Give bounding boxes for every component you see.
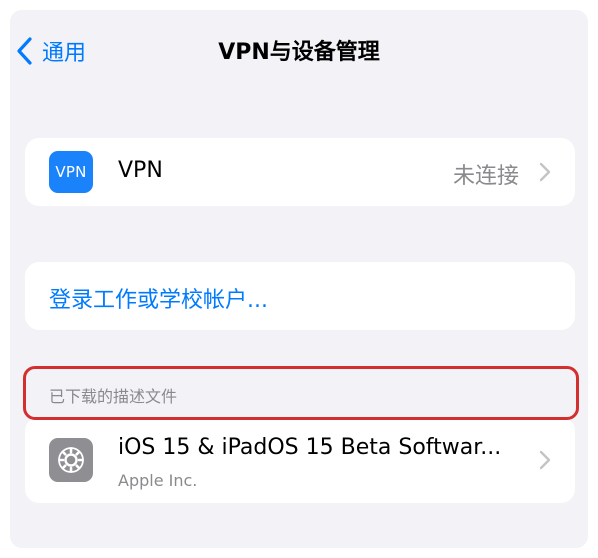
chevron-right-icon: [539, 162, 551, 182]
vpn-status: 未连接: [452, 164, 519, 189]
profile-row[interactable]: iOS 15 & iPadOS 15 Beta Softwar... Apple…: [25, 417, 575, 503]
navigation-bar: 通用 VPN与设备管理: [10, 10, 588, 90]
gear-icon: [49, 438, 93, 482]
profiles-group: iOS 15 & iPadOS 15 Beta Softwar... Apple…: [25, 417, 575, 503]
page-title: VPN与设备管理: [218, 40, 380, 65]
vpn-row[interactable]: VPN VPN 未连接: [25, 138, 575, 206]
settings-screen: 通用 VPN与设备管理 VPN VPN 未连接 登录工作或学校帐户... 已下载…: [10, 10, 588, 548]
highlight-box: [23, 366, 579, 420]
profile-title: iOS 15 & iPadOS 15 Beta Softwar...: [118, 435, 502, 460]
work-account-row[interactable]: 登录工作或学校帐户...: [25, 262, 575, 330]
vpn-group: VPN VPN 未连接: [25, 138, 575, 206]
work-account-group: 登录工作或学校帐户...: [25, 262, 575, 330]
chevron-right-icon: [539, 450, 551, 470]
work-account-link[interactable]: 登录工作或学校帐户...: [49, 282, 268, 314]
vpn-icon: VPN: [49, 151, 93, 193]
profile-subtitle: Apple Inc.: [118, 471, 198, 490]
vpn-label: VPN: [118, 158, 163, 183]
